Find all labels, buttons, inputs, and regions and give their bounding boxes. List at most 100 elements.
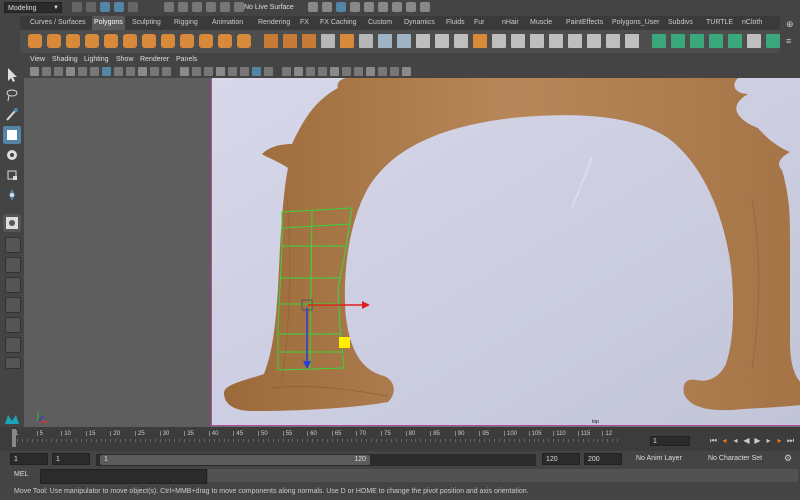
layout-stack-icon[interactable] bbox=[5, 297, 21, 313]
textured-icon[interactable] bbox=[228, 67, 237, 76]
shelf-tab[interactable]: Custom bbox=[366, 16, 394, 30]
create-polygon-icon[interactable] bbox=[378, 34, 392, 48]
select-component-icon[interactable] bbox=[100, 2, 110, 12]
camera-select-icon[interactable] bbox=[30, 67, 39, 76]
step-forward-key-icon[interactable]: ▸ bbox=[775, 435, 784, 446]
play-backwards-icon[interactable]: ◀ bbox=[742, 435, 751, 446]
shelf-tab[interactable]: Fluids bbox=[444, 16, 467, 30]
use-all-lights-icon[interactable] bbox=[240, 67, 249, 76]
shelf-side-menu[interactable]: ⊕ ≡ bbox=[780, 16, 800, 53]
universal-manip-icon[interactable] bbox=[3, 186, 21, 204]
shelf-tab[interactable]: Rendering bbox=[256, 16, 292, 30]
xray-joints-icon[interactable] bbox=[342, 67, 351, 76]
insert-edge-loop-icon[interactable] bbox=[435, 34, 449, 48]
poly-sphere-icon[interactable] bbox=[28, 34, 42, 48]
object-mask-icon[interactable] bbox=[128, 2, 138, 12]
bridge-icon[interactable] bbox=[492, 34, 506, 48]
xray-active-icon[interactable] bbox=[354, 67, 363, 76]
extrude-icon[interactable] bbox=[473, 34, 487, 48]
snap-plane-icon[interactable] bbox=[206, 2, 216, 12]
backface-icon[interactable] bbox=[366, 67, 375, 76]
start-time-field[interactable]: 1 bbox=[10, 453, 48, 465]
extract-icon[interactable] bbox=[302, 34, 316, 48]
safe-title-icon[interactable] bbox=[180, 67, 189, 76]
shelf-gear-icon[interactable] bbox=[0, 16, 20, 30]
panel-menu-renderer[interactable]: Renderer bbox=[140, 54, 169, 66]
spherical-mapping-icon[interactable] bbox=[690, 34, 704, 48]
layout-graph-icon[interactable] bbox=[5, 337, 21, 353]
step-back-frame-icon[interactable]: ◂ bbox=[731, 435, 740, 446]
mel-input[interactable] bbox=[40, 469, 207, 484]
automatic-mapping-icon[interactable] bbox=[709, 34, 723, 48]
rotate-tool-icon[interactable] bbox=[3, 146, 21, 164]
scroll-up-icon[interactable]: ⊕ bbox=[786, 19, 794, 30]
bevel-icon[interactable] bbox=[511, 34, 525, 48]
attribute-editor-icon[interactable] bbox=[406, 2, 416, 12]
viewport[interactable]: top bbox=[24, 78, 800, 427]
layout-four-icon[interactable] bbox=[5, 257, 21, 273]
shelf-tab[interactable]: FX Caching bbox=[318, 16, 359, 30]
poly-cylinder-icon[interactable] bbox=[66, 34, 80, 48]
merge-icon[interactable] bbox=[530, 34, 544, 48]
smooth-icon[interactable] bbox=[321, 34, 335, 48]
screen-space-ao-icon[interactable] bbox=[264, 67, 273, 76]
camera-attributes-icon[interactable] bbox=[42, 67, 51, 76]
triangulate-icon[interactable] bbox=[568, 34, 582, 48]
layout-side-icon[interactable] bbox=[5, 277, 21, 293]
grease-pencil-icon[interactable] bbox=[90, 67, 99, 76]
shelf-tab[interactable]: nCloth bbox=[740, 16, 764, 30]
film-gate-icon[interactable] bbox=[114, 67, 123, 76]
shelf-tab[interactable]: Animation bbox=[210, 16, 245, 30]
shelf-tab[interactable]: Polygons_User bbox=[610, 16, 661, 30]
current-frame-field[interactable]: 1 bbox=[650, 436, 690, 446]
planar-mapping-icon[interactable] bbox=[652, 34, 666, 48]
magnet-icon[interactable] bbox=[234, 2, 244, 12]
panel-menu-show[interactable]: Show bbox=[116, 54, 134, 66]
shelf-tab[interactable]: PaintEffects bbox=[564, 16, 605, 30]
character-set-selector[interactable]: No Character Set bbox=[708, 453, 762, 465]
crease-icon[interactable] bbox=[625, 34, 639, 48]
poly-pipe-icon[interactable] bbox=[180, 34, 194, 48]
channel-box-icon[interactable] bbox=[420, 2, 430, 12]
play-forwards-icon[interactable]: ▶ bbox=[753, 435, 762, 446]
poly-prism-icon[interactable] bbox=[142, 34, 156, 48]
separate-icon[interactable] bbox=[283, 34, 297, 48]
anim-layer-selector[interactable]: No Anim Layer bbox=[636, 453, 682, 465]
isolate-select-icon[interactable] bbox=[318, 67, 327, 76]
shelf-tab[interactable]: Dynamics bbox=[402, 16, 437, 30]
move-tool-icon[interactable] bbox=[3, 126, 21, 144]
scale-tool-icon[interactable] bbox=[3, 166, 21, 184]
wireframe-on-shaded-icon[interactable] bbox=[216, 67, 225, 76]
shelf-tab[interactable]: Fur bbox=[472, 16, 487, 30]
soften-edge-icon[interactable] bbox=[766, 34, 780, 48]
cylindrical-mapping-icon[interactable] bbox=[671, 34, 685, 48]
vertex-mask-icon[interactable] bbox=[114, 2, 124, 12]
shelf-tab[interactable]: Sculpting bbox=[130, 16, 163, 30]
mode-selector[interactable]: Modeling ▼ bbox=[4, 2, 62, 13]
history-icon[interactable] bbox=[308, 2, 318, 12]
ipr-render-icon[interactable] bbox=[336, 2, 346, 12]
2d-pan-zoom-icon[interactable] bbox=[78, 67, 87, 76]
resolution-gate-icon[interactable] bbox=[126, 67, 135, 76]
panel-menu-lighting[interactable]: Lighting bbox=[84, 54, 109, 66]
checker-icon[interactable] bbox=[747, 34, 761, 48]
shelf-tab[interactable]: Muscle bbox=[528, 16, 554, 30]
snap-curve-icon[interactable] bbox=[178, 2, 188, 12]
render-settings-icon[interactable] bbox=[350, 2, 360, 12]
append-polygon-icon[interactable] bbox=[397, 34, 411, 48]
select-hierarchy-icon[interactable] bbox=[72, 2, 82, 12]
color-management-icon[interactable] bbox=[402, 67, 411, 76]
hypershade-icon[interactable] bbox=[364, 2, 374, 12]
offset-edge-loop-icon[interactable] bbox=[454, 34, 468, 48]
shelf-tab[interactable]: Rigging bbox=[172, 16, 200, 30]
panel-menu-shading[interactable]: Shading bbox=[52, 54, 78, 66]
poly-pyramid-icon[interactable] bbox=[161, 34, 175, 48]
playback-start-field[interactable]: 1 bbox=[52, 453, 90, 465]
lasso-tool-icon[interactable] bbox=[3, 86, 21, 104]
gate-mask-icon[interactable] bbox=[138, 67, 147, 76]
poly-helix-icon[interactable] bbox=[199, 34, 213, 48]
poly-torus-icon[interactable] bbox=[123, 34, 137, 48]
make-live-icon[interactable] bbox=[220, 2, 230, 12]
mirror-geometry-icon[interactable] bbox=[606, 34, 620, 48]
shelf-tab[interactable]: Polygons bbox=[92, 16, 125, 30]
